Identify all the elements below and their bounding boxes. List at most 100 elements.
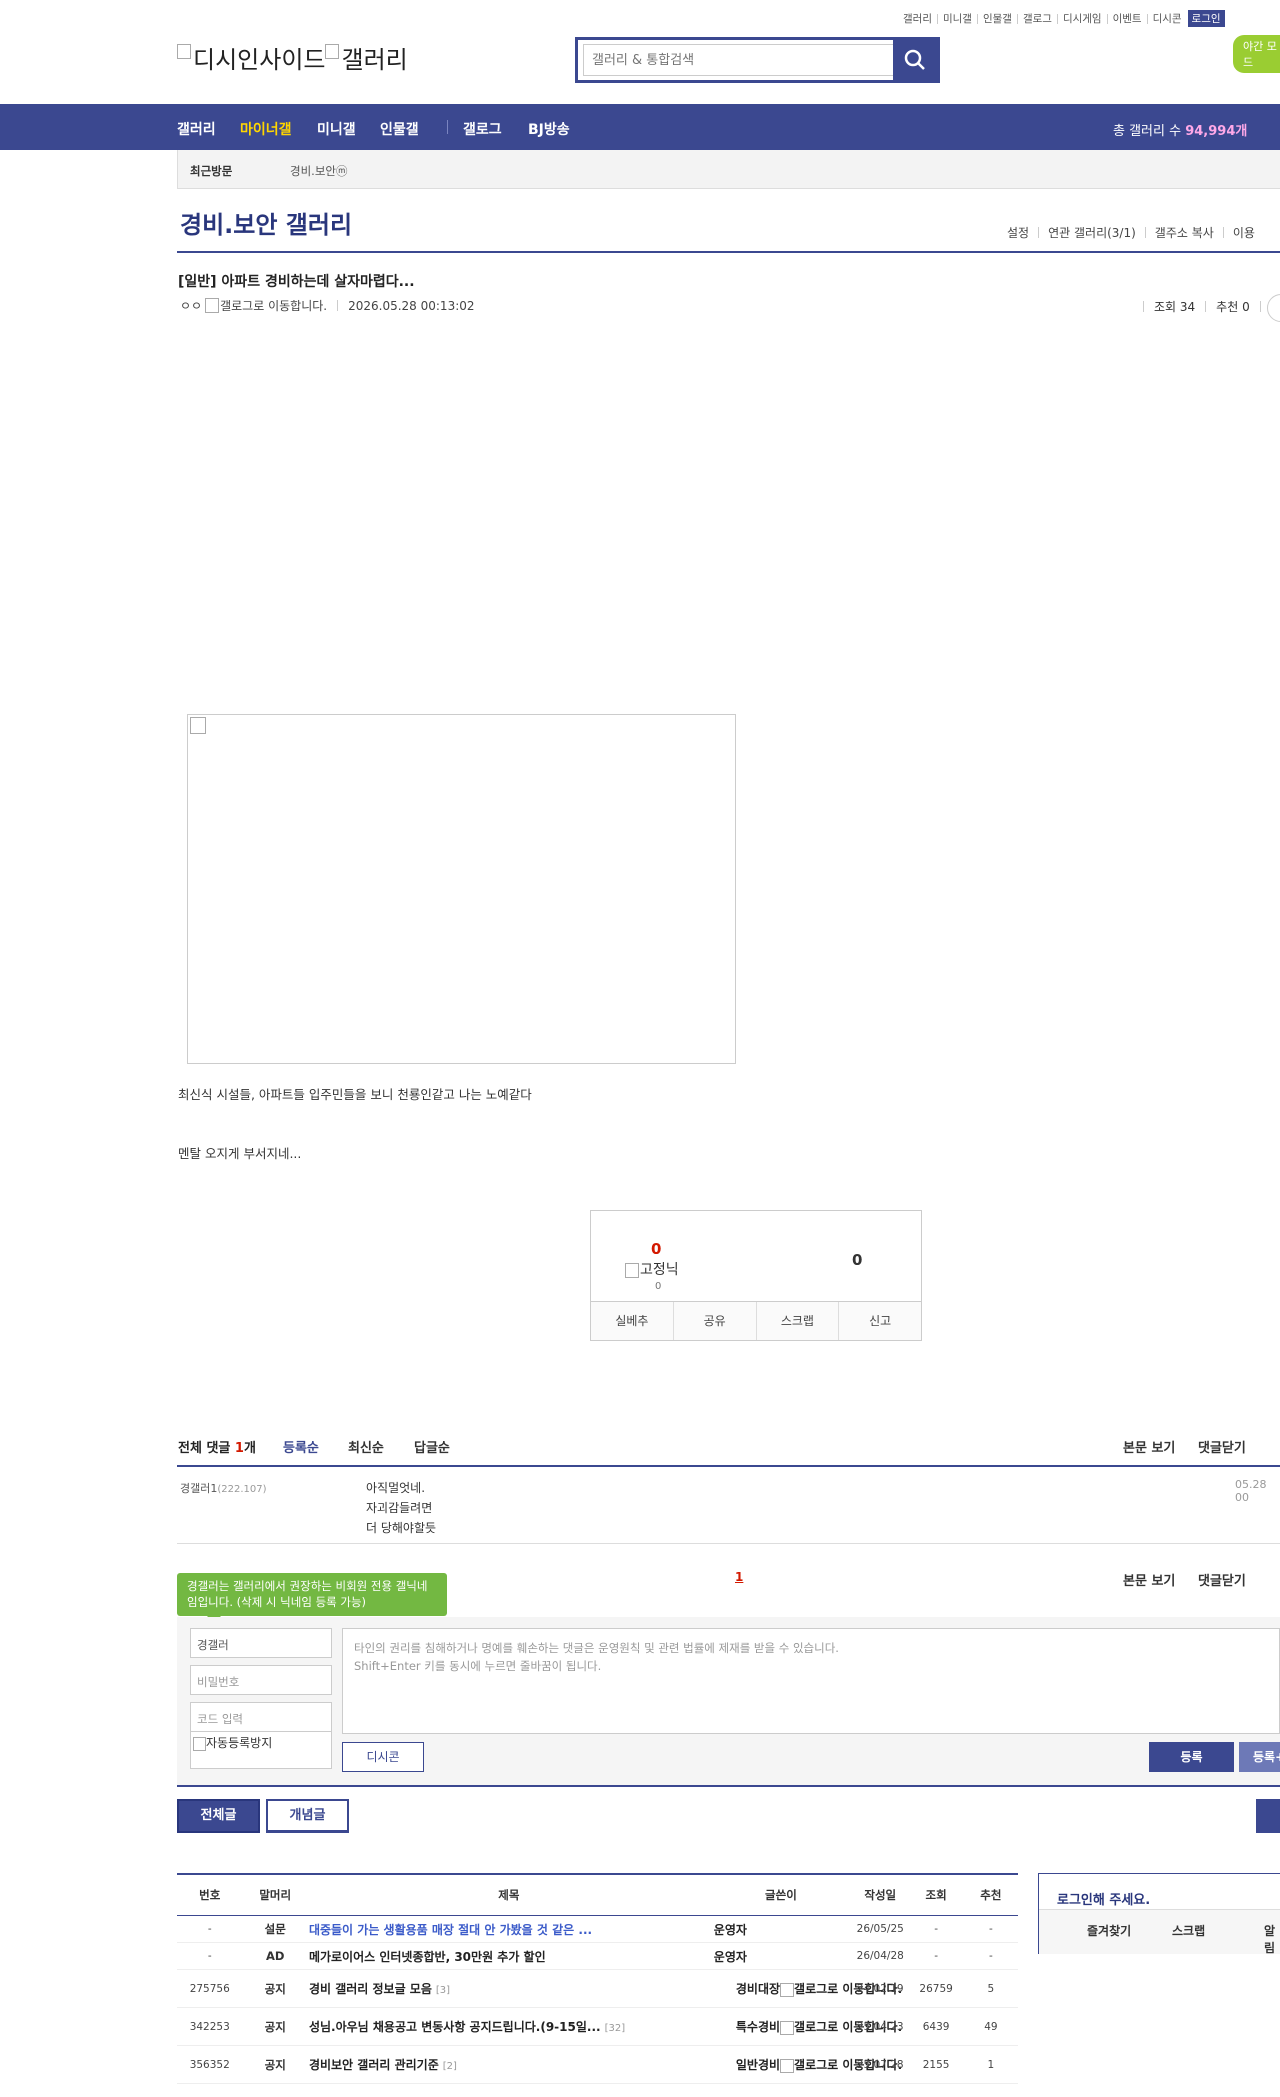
close-comments-link-bottom[interactable]: 댓글닫기 xyxy=(1198,1570,1246,1589)
view-body-link[interactable]: 본문 보기 xyxy=(1123,1437,1175,1456)
report-button[interactable]: 신고 xyxy=(839,1302,921,1340)
row-subject[interactable]: 경비 갤러리 정보글 모음 [3] xyxy=(307,1969,710,2008)
favorites-link[interactable]: 즐겨찾기 xyxy=(1087,1922,1131,1939)
table-row[interactable]: - 설문 대중들이 가는 생활용품 매장 절대 안 가봤을 것 같은 ... 운영자 2… xyxy=(177,1915,1018,1943)
search-box xyxy=(575,37,940,83)
sort-registered[interactable]: 등록순 xyxy=(283,1437,319,1456)
row-head: 공지 xyxy=(242,1969,308,2008)
table-row[interactable]: 356352 공지 경비보안 갤러리 관리기준 [2] 일반경비 갤로그로 이동합니다. 2… xyxy=(177,2045,1018,2084)
col-views: 조회 xyxy=(908,1874,964,1916)
nav-minor[interactable]: 마이너갤 xyxy=(240,119,292,139)
row-writer[interactable]: 특수경비 갤로그로 이동합니다. xyxy=(709,2007,902,2046)
col-number: 번호 xyxy=(177,1874,243,1916)
nickname-field[interactable]: 경갤러 xyxy=(190,1628,332,1658)
row-writer[interactable]: 운영자 xyxy=(709,1915,853,1943)
table-row[interactable]: - AD 메가로이어스 인터넷종합반, 30만원 추가 할인 운영자 26/04/28-… xyxy=(177,1942,1018,1970)
row-recommend: 5 xyxy=(963,1969,1018,2008)
row-subject[interactable]: 대중들이 가는 생활용품 매장 절대 안 가봤을 것 같은 ... xyxy=(307,1915,710,1943)
broken-image-icon xyxy=(780,2020,795,2035)
write-post-button[interactable] xyxy=(1256,1799,1280,1833)
nav-person[interactable]: 인물갤 xyxy=(380,119,419,139)
captcha-code-field[interactable]: 코드 입력 xyxy=(190,1702,332,1732)
comment-nick[interactable]: 경갤러1(222.107) xyxy=(180,1480,267,1496)
site-logo[interactable]: 디시인사이드 갤러리 xyxy=(177,40,408,75)
post-title: [일반] 아파트 경비하는데 살자마렵다... xyxy=(178,274,415,290)
nick-tooltip: 경갤러는 갤러리에서 권장하는 비회원 전용 갤닉네임입니다. (삭제 시 닉네… xyxy=(177,1573,447,1623)
main-nav: 갤러리 마이너갤 미니갤 인물갤 갤로그 BJ방송 총 갤러리 수 94,994… xyxy=(0,104,1280,150)
login-prompt[interactable]: 로그인해 주세요. xyxy=(1057,1889,1150,1908)
copy-address-link[interactable]: 갤주소 복사 xyxy=(1155,224,1214,241)
close-comments-link[interactable]: 댓글닫기 xyxy=(1198,1437,1246,1456)
share-button[interactable]: 공유 xyxy=(674,1302,757,1340)
concept-posts-button[interactable]: 개념글 xyxy=(266,1799,349,1833)
comment-date: 05.28 00 xyxy=(1235,1478,1267,1504)
util-link-dccon[interactable]: 디시콘 xyxy=(1153,11,1182,26)
search-icon xyxy=(904,49,925,70)
table-row[interactable]: 275756 공지 경비 갤러리 정보글 모음 [3] 경비대장 갤로그로 이동합니다. 2… xyxy=(177,1969,1018,2008)
util-link-game[interactable]: 디시게임 xyxy=(1063,11,1102,26)
row-views: - xyxy=(908,1915,964,1943)
recent-gallery-link[interactable]: 경비.보안ⓜ xyxy=(290,163,347,179)
nav-mini[interactable]: 미니갤 xyxy=(317,119,356,139)
post-author[interactable]: ㅇㅇ xyxy=(180,297,202,314)
row-head: 설문 xyxy=(242,1915,308,1943)
gallog-icon[interactable] xyxy=(205,298,220,313)
util-link-gallery[interactable]: 갤러리 xyxy=(903,11,932,26)
title-divider xyxy=(177,251,1280,253)
post-stats: 조회 34 추천 0 xyxy=(1133,298,1271,315)
sort-latest[interactable]: 최신순 xyxy=(348,1437,384,1456)
broken-image-icon xyxy=(625,1262,639,1278)
nav-gallog[interactable]: 갤로그 xyxy=(463,119,502,139)
dccon-button[interactable]: 디시콘 xyxy=(342,1742,424,1772)
submit-recommend-button[interactable]: 등록+ xyxy=(1239,1742,1280,1772)
row-subject[interactable]: 메가로이어스 인터넷종합반, 30만원 추가 할인 xyxy=(307,1942,710,1970)
row-date: 25.04.23 xyxy=(852,2007,909,2046)
top-util-menu: 갤러리 미니갤 인물갤 갤로그 디시게임 이벤트 디시콘 로그인 xyxy=(903,10,1225,27)
row-subject[interactable]: 경비보안 갤러리 관리기준 [2] xyxy=(307,2045,710,2084)
row-number: 356352 xyxy=(177,2045,243,2084)
broken-image-icon xyxy=(193,1736,206,1751)
sort-replies[interactable]: 답글순 xyxy=(414,1437,450,1456)
login-panel: 로그인해 주세요. 즐겨찾기 스크랩 알림 xyxy=(1038,1873,1280,1956)
night-mode-toggle[interactable]: 야간 모드 xyxy=(1233,35,1280,73)
gallery-title[interactable]: 경비.보안 갤러리 xyxy=(180,205,352,240)
password-field[interactable]: 비밀번호 xyxy=(190,1665,332,1695)
table-row[interactable]: 342253 공지 성님.아우님 채용공고 변동사항 공지드립니다.(9-15일..… xyxy=(177,2007,1018,2046)
search-input[interactable] xyxy=(583,44,903,76)
broken-image-icon xyxy=(325,44,340,59)
nav-gallery[interactable]: 갤러리 xyxy=(177,119,216,139)
login-button[interactable]: 로그인 xyxy=(1187,10,1225,27)
util-link-event[interactable]: 이벤트 xyxy=(1113,11,1142,26)
gallog-link[interactable]: 갤로그로 이동합니다. xyxy=(780,2057,902,2073)
all-posts-button[interactable]: 전체글 xyxy=(177,1799,260,1833)
gallog-link[interactable]: 갤로그로 이동합니다. xyxy=(780,2019,902,2035)
comment-textarea[interactable]: 타인의 권리를 침해하거나 명예를 훼손하는 댓글은 운영원칙 및 관련 법률에… xyxy=(342,1628,1280,1734)
comment-page-1[interactable]: 1 xyxy=(735,1570,743,1584)
row-recommend: 49 xyxy=(963,2007,1018,2046)
usage-link[interactable]: 이용 xyxy=(1233,224,1255,241)
gallery-settings-link[interactable]: 설정 xyxy=(1007,224,1029,241)
comment-count: [32] xyxy=(604,2023,626,2034)
scrap-link[interactable]: 스크랩 xyxy=(1172,1922,1205,1939)
related-gallery-link[interactable]: 연관 갤러리(3/1) xyxy=(1048,224,1136,241)
row-subject[interactable]: 성님.아우님 채용공고 변동사항 공지드립니다.(9-15일... [32] xyxy=(307,2007,710,2046)
util-link-person[interactable]: 인물갤 xyxy=(983,11,1012,26)
util-link-mini[interactable]: 미니갤 xyxy=(943,11,972,26)
gallog-link[interactable]: 갤로그로 이동합니다. xyxy=(780,1981,902,1997)
row-views: 2155 xyxy=(908,2045,964,2084)
fixed-nick-upvote: 고정닉 xyxy=(625,1259,679,1279)
submit-comment-button[interactable]: 등록 xyxy=(1149,1742,1234,1772)
col-writer: 글쓴이 xyxy=(709,1874,853,1916)
real-best-button[interactable]: 실베추 xyxy=(591,1302,674,1340)
notification-link[interactable]: 알림 xyxy=(1264,1922,1280,1956)
comment-divider xyxy=(177,1465,1280,1467)
util-link-gallog[interactable]: 갤로그 xyxy=(1023,11,1052,26)
search-button[interactable] xyxy=(893,40,937,80)
nav-bj[interactable]: BJ방송 xyxy=(528,119,570,139)
view-body-link-bottom[interactable]: 본문 보기 xyxy=(1123,1570,1175,1589)
row-writer[interactable]: 경비대장 갤로그로 이동합니다. xyxy=(709,1969,902,2008)
row-writer[interactable]: 일반경비 갤로그로 이동합니다. xyxy=(709,2045,902,2084)
vote-actions: 실베추 공유 스크랩 신고 xyxy=(591,1301,921,1340)
row-writer[interactable]: 운영자 xyxy=(709,1942,853,1970)
scrap-button[interactable]: 스크랩 xyxy=(757,1302,840,1340)
